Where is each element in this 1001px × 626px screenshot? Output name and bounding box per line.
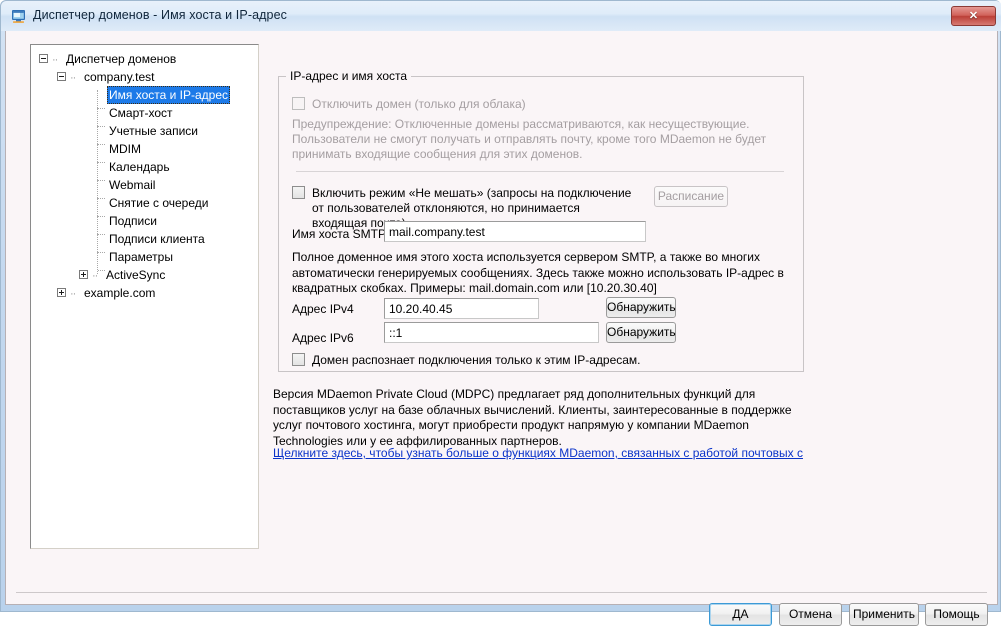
- expand-icon[interactable]: [79, 270, 88, 280]
- smtp-hostname-input[interactable]: [384, 221, 646, 242]
- only-these-ips-label: Домен распознает подключения только к эт…: [312, 353, 641, 367]
- tree-node-label: Параметры: [109, 250, 173, 264]
- disable-domain-checkbox[interactable]: Отключить домен (только для облака): [292, 97, 526, 112]
- expand-icon[interactable]: [57, 288, 66, 298]
- dialog-window: Диспетчер доменов - Имя хоста и IP-адрес…: [0, 0, 1001, 626]
- smtp-hostname-help: Полное доменное имя этого хоста использу…: [292, 250, 784, 295]
- tree-node-label: Смарт-хост: [109, 106, 173, 120]
- tree-dash: ··: [70, 72, 76, 84]
- tree-node-hostname-ip[interactable]: Имя хоста и IP-адрес: [31, 86, 258, 112]
- tree-node-label: MDIM: [109, 142, 141, 156]
- title-bar: Диспетчер доменов - Имя хоста и IP-адрес…: [1, 1, 1001, 31]
- section-divider: [296, 171, 784, 172]
- tree-node-smarthost[interactable]: Смарт-хост: [31, 104, 258, 130]
- checkbox-box[interactable]: [292, 97, 305, 110]
- tree-node-label: Подписи клиента: [109, 232, 205, 246]
- ipv4-input[interactable]: [384, 298, 539, 319]
- smtp-hostname-label: Имя хоста SMTP: [292, 227, 386, 241]
- groupbox-title: IP-адрес и имя хоста: [286, 69, 412, 83]
- tree-node-label: ActiveSync: [106, 268, 166, 282]
- tree-node-label: Снятие с очереди: [109, 196, 209, 210]
- tree-node-label: company.test: [84, 70, 155, 84]
- tree-node-activesync[interactable]: ·· ActiveSync: [31, 266, 258, 284]
- tree-node-dequeue[interactable]: Снятие с очереди: [31, 194, 258, 220]
- tree-node-accounts[interactable]: Учетные записи: [31, 122, 258, 148]
- tree-node-label: Подписи: [109, 214, 157, 228]
- computer-monitor-icon: [12, 10, 25, 23]
- tree-node-label: Диспетчер доменов: [66, 52, 177, 66]
- tree-node-label: Календарь: [109, 160, 170, 174]
- tree-node-label: Webmail: [109, 178, 156, 192]
- ok-button[interactable]: ДА: [709, 603, 772, 626]
- ipv4-detect-button[interactable]: Обнаружить: [606, 297, 676, 318]
- ipv6-detect-button[interactable]: Обнаружить: [606, 322, 676, 343]
- tree-node-example-com[interactable]: ·· example.com: [31, 284, 258, 302]
- tree-node-label: example.com: [84, 286, 156, 300]
- tree-dash: ··: [92, 270, 98, 282]
- cancel-button[interactable]: Отмена: [779, 603, 842, 626]
- apply-button[interactable]: Применить: [849, 603, 919, 626]
- tree-node-label: Учетные записи: [109, 124, 198, 138]
- ipv4-label: Адрес IPv4: [292, 302, 354, 316]
- ipv6-input[interactable]: [384, 322, 599, 343]
- domain-tree[interactable]: ·· Диспетчер доменов ·· company.test Имя х…: [30, 44, 259, 549]
- disable-domain-warning: Предупреждение: Отключенные домены рассм…: [292, 117, 767, 161]
- checkbox-box[interactable]: [292, 186, 305, 199]
- checkbox-box[interactable]: [292, 353, 305, 366]
- collapse-icon[interactable]: [39, 54, 48, 64]
- tree-node-label: Имя хоста и IP-адрес: [107, 86, 231, 104]
- tree-node-signatures[interactable]: Подписи: [31, 212, 258, 238]
- tree-node-mdim[interactable]: MDIM: [31, 140, 258, 166]
- tree-node-company[interactable]: ·· company.test: [31, 68, 258, 86]
- schedule-button[interactable]: Расписание: [654, 186, 728, 207]
- close-icon[interactable]: ✕: [951, 6, 996, 26]
- mdpc-learn-more-link[interactable]: Щелкните здесь, чтобы узнать больше о фу…: [273, 446, 803, 460]
- disable-domain-label: Отключить домен (только для облака): [312, 97, 526, 111]
- footer-divider: [16, 592, 987, 593]
- tree-dash: ··: [52, 54, 58, 66]
- tree-node-root[interactable]: ·· Диспетчер доменов: [31, 50, 258, 68]
- tree-node-client-signatures[interactable]: Подписи клиента: [31, 230, 258, 256]
- help-button[interactable]: Помощь: [925, 603, 988, 626]
- tree-node-parameters[interactable]: Параметры: [31, 248, 258, 274]
- window-title: Диспетчер доменов - Имя хоста и IP-адрес: [33, 8, 287, 22]
- tree-node-calendar[interactable]: Календарь: [31, 158, 258, 184]
- only-these-ips-checkbox[interactable]: Домен распознает подключения только к эт…: [292, 353, 641, 368]
- tree-dash: ··: [70, 288, 76, 300]
- collapse-icon[interactable]: [57, 72, 66, 82]
- mdpc-info-paragraph: Версия MDaemon Private Cloud (MDPC) пред…: [273, 387, 792, 448]
- ipv6-label: Адрес IPv6: [292, 331, 354, 345]
- client-area: ·· Диспетчер доменов ·· company.test Имя х…: [5, 31, 998, 626]
- tree-node-webmail[interactable]: Webmail: [31, 176, 258, 202]
